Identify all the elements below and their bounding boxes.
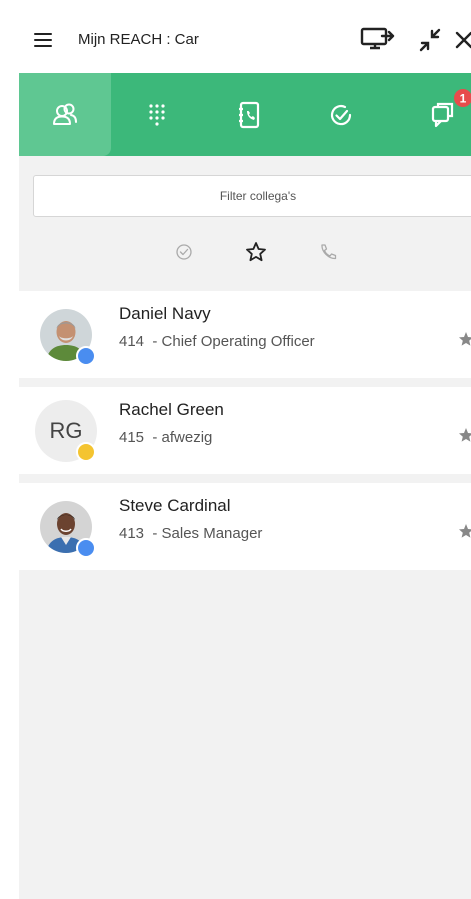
status-dot (76, 538, 96, 558)
filter-box (33, 175, 471, 217)
filter-colleagues-input[interactable] (34, 176, 471, 216)
app-title: Mijn REACH : Car (78, 31, 199, 48)
screen-share-icon[interactable] (360, 26, 396, 54)
collapse-icon[interactable] (417, 26, 443, 54)
contact-name: Daniel Navy (119, 304, 211, 323)
avatar: RG (35, 400, 97, 462)
contact-row[interactable]: RG Rachel Green 415 - afwezig (19, 387, 471, 474)
contact-detail: 414 - Chief Operating Officer (119, 333, 315, 350)
dialpad-icon (149, 103, 165, 126)
status-dot (76, 442, 96, 462)
favorite-star-icon[interactable] (459, 523, 471, 539)
badge-count: 1 (460, 92, 467, 106)
notification-badge: 1 (454, 89, 471, 107)
filter-toggles (19, 241, 471, 265)
favorite-star-icon[interactable] (459, 427, 471, 443)
check-circle-icon (330, 104, 352, 125)
tab-dialpad[interactable] (111, 73, 203, 156)
contact-name: Steve Cardinal (119, 496, 231, 515)
contacts-book-icon (239, 101, 260, 128)
favorite-star-icon[interactable] (459, 331, 471, 347)
filter-phone-icon[interactable] (318, 241, 338, 263)
tab-status[interactable] (295, 73, 387, 156)
contact-name: Rachel Green (119, 400, 224, 419)
close-icon[interactable] (455, 31, 471, 49)
tab-colleagues[interactable] (19, 73, 111, 156)
left-edge (0, 0, 19, 899)
title-bar: Mijn REACH : Car (19, 0, 471, 73)
contact-detail: 415 - afwezig (119, 429, 213, 446)
filter-favorites-star-icon[interactable] (245, 241, 267, 263)
app-window: Mijn REACH : Car 1 Filter collega's Dani… (19, 0, 471, 899)
main-nav: 1 (19, 73, 471, 156)
contact-row[interactable]: Steve Cardinal 413 - Sales Manager (19, 483, 471, 570)
filter-available-icon[interactable] (175, 241, 193, 263)
status-dot (76, 346, 96, 366)
tab-chat[interactable] (411, 73, 471, 156)
contact-row[interactable]: Daniel Navy 414 - Chief Operating Office… (19, 291, 471, 378)
menu-icon[interactable] (32, 28, 54, 50)
contact-detail: 413 - Sales Manager (119, 525, 263, 542)
tab-contacts[interactable] (203, 73, 295, 156)
avatar (40, 309, 96, 366)
avatar (40, 501, 96, 558)
colleagues-icon (53, 103, 77, 125)
